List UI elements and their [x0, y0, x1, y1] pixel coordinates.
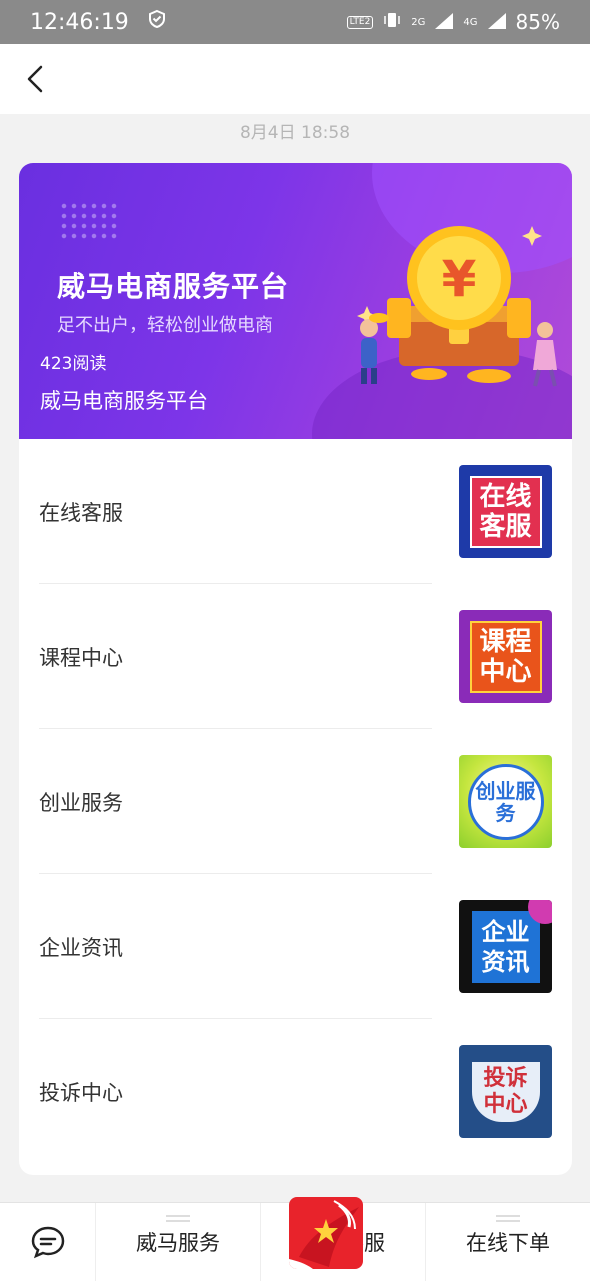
menu-lines-icon	[496, 1215, 520, 1217]
menu-item-course-center[interactable]: 课程中心 课程中心	[39, 584, 552, 729]
thumbnail-text: 创业服务	[467, 763, 544, 840]
menu-item-company-news[interactable]: 企业资讯 企业资讯	[39, 874, 552, 1019]
signal-2g-icon: 2G	[411, 16, 426, 28]
menu-item-label: 在线客服	[39, 500, 123, 525]
signal-bars-icon	[435, 10, 454, 34]
online-service-thumbnail: 在线客服	[459, 465, 552, 558]
thumbnail-text: 投诉中心	[471, 1061, 540, 1122]
thumbnail-text: 企业资讯	[471, 910, 540, 983]
yen-symbol: ¥	[442, 250, 477, 308]
volte-icon: LTE2	[346, 15, 374, 29]
startup-service-thumbnail: 创业服务	[459, 755, 552, 848]
app-logo-overlay	[289, 1197, 363, 1269]
battery-percent: 85%	[515, 10, 560, 34]
status-time: 12:46:19	[30, 9, 129, 35]
article-card: 威马电商服务平台 足不出户，轻松创业做电商 423阅读 威马电商服务平台 ¥ 在…	[19, 163, 572, 1175]
complaint-center-thumbnail: 投诉中心	[459, 1045, 552, 1138]
message-timestamp: 8月4日 18:58	[239, 123, 351, 143]
menu-item-complaint-center[interactable]: 投诉中心 投诉中心	[39, 1019, 552, 1164]
menu-item-startup-service[interactable]: 创业服务 创业服务	[39, 729, 552, 874]
vibrate-icon	[383, 10, 401, 34]
menu-item-label: 企业资讯	[39, 935, 123, 960]
shield-icon	[147, 9, 167, 35]
thumbnail-text: 在线客服	[469, 475, 542, 548]
tab-label: 威马服务	[136, 1231, 220, 1255]
signal-4g-icon: 4G	[463, 16, 478, 28]
banner[interactable]: 威马电商服务平台 足不出户，轻松创业做电商 423阅读 威马电商服务平台 ¥	[19, 163, 572, 439]
menu-item-online-service[interactable]: 在线客服 在线客服	[39, 439, 552, 584]
banner-title: 威马电商服务平台	[57, 270, 290, 303]
tab-label: 在线下单	[466, 1231, 550, 1255]
article-title: 威马电商服务平台	[40, 389, 208, 413]
signal-bars-icon-2	[487, 10, 506, 34]
banner-dots	[59, 201, 119, 241]
menu-item-label: 课程中心	[39, 645, 123, 670]
menu-item-label: 创业服务	[39, 790, 123, 815]
course-center-thumbnail: 课程中心	[459, 610, 552, 703]
thumbnail-text: 课程中心	[469, 620, 542, 693]
company-news-thumbnail: 企业资讯	[459, 900, 552, 993]
status-bar: 12:46:19 LTE2 2G 4G 85%	[0, 0, 590, 44]
menu-item-label: 投诉中心	[39, 1080, 123, 1105]
menu-lines-icon	[166, 1215, 190, 1217]
tab-weima-service[interactable]: 威马服务	[96, 1203, 261, 1281]
tab-online-order[interactable]: 在线下单	[426, 1203, 590, 1281]
banner-subtitle: 足不出户，轻松创业做电商	[57, 315, 273, 336]
treasure-chest-illustration: ¥	[357, 226, 557, 387]
read-count: 423阅读	[40, 354, 107, 374]
chat-bubble-icon[interactable]	[0, 1203, 96, 1281]
back-chevron-icon[interactable]	[0, 44, 70, 114]
top-navigation-bar	[0, 44, 590, 114]
